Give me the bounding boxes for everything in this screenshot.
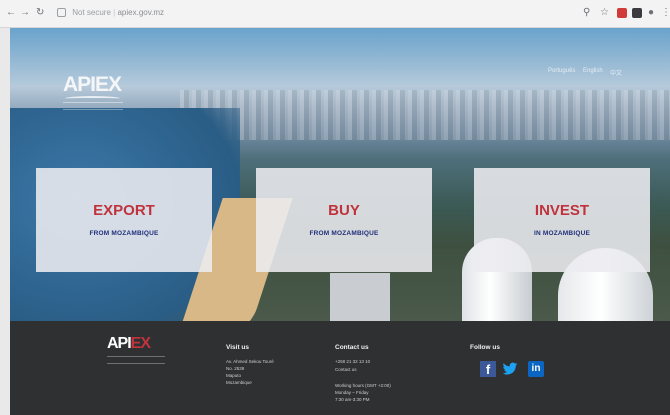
twitter-icon[interactable] [502, 361, 518, 377]
logo-tagline-graphic [107, 356, 165, 364]
menu-kebab-icon[interactable]: ⋮ [661, 7, 670, 19]
language-link-english[interactable]: English [583, 68, 603, 74]
address-bar[interactable]: Not secure | apiex.gov.mz [57, 6, 477, 20]
contact-us-heading: Contact us [335, 344, 369, 351]
address-line: No. 2539 [226, 366, 245, 371]
linkedin-icon[interactable]: in [528, 361, 544, 377]
address-line: Av. Ahmed Sekou Touré [226, 359, 274, 364]
site-footer: APIEX Visit us Av. Ahmed Sekou Touré No.… [10, 321, 670, 415]
browser-toolbar: ← → ↻ Not secure | apiex.gov.mz ⚲ ☆ ● ⋮ [0, 0, 670, 28]
contact-link[interactable]: Contact us [335, 367, 357, 373]
hero-banner: APIEX Português English 中文 EXPORT FROM M… [10, 28, 670, 321]
card-title: INVEST [534, 202, 590, 219]
phone-link[interactable]: +258 21 32 13 10 [335, 359, 370, 365]
security-label: Not secure [72, 8, 111, 17]
footer-logo[interactable]: APIEX [107, 335, 165, 364]
extension-icon[interactable] [617, 8, 627, 18]
profile-icon[interactable]: ● [648, 7, 654, 19]
hours-line: 7:30 am-3:30 PM [335, 397, 370, 402]
export-card[interactable]: EXPORT FROM MOZAMBIQUE [36, 168, 212, 272]
forward-arrow-icon[interactable]: → [20, 7, 30, 19]
address-line: Maputo [226, 373, 242, 378]
card-subtitle: FROM MOZAMBIQUE [89, 230, 159, 237]
bookmark-star-icon[interactable]: ☆ [600, 7, 609, 19]
card-title: BUY [328, 202, 360, 219]
invest-card[interactable]: INVEST IN MOZAMBIQUE [474, 168, 650, 272]
buy-card[interactable]: BUY FROM MOZAMBIQUE [256, 168, 432, 272]
apiex-logo[interactable]: APIEX [63, 74, 123, 110]
logo-tagline-graphic [63, 102, 123, 110]
building-image [330, 273, 390, 321]
hours-line: Monday – Friday [335, 390, 369, 395]
address-line: Mozambique [226, 380, 252, 385]
reload-icon[interactable]: ↻ [36, 7, 44, 19]
logo-swoosh-icon [65, 96, 120, 101]
extension-icon[interactable] [632, 8, 642, 18]
card-subtitle: FROM MOZAMBIQUE [309, 230, 379, 237]
zoom-icon[interactable]: ⚲ [583, 7, 590, 19]
visit-us-heading: Visit us [226, 344, 250, 351]
language-link-chinese[interactable]: 中文 [610, 68, 622, 77]
card-subtitle: IN MOZAMBIQUE [533, 230, 591, 237]
card-title: EXPORT [93, 202, 155, 219]
language-link-portuguese[interactable]: Português [548, 68, 575, 74]
hours-line: Working hours (GMT +2:00) [335, 383, 391, 388]
facebook-icon[interactable]: f [480, 361, 496, 377]
url-text: apiex.gov.mz [117, 8, 165, 17]
back-arrow-icon[interactable]: ← [6, 7, 16, 19]
follow-us-heading: Follow us [470, 344, 500, 351]
city-skyline-image [180, 90, 670, 140]
info-icon[interactable] [57, 8, 66, 18]
